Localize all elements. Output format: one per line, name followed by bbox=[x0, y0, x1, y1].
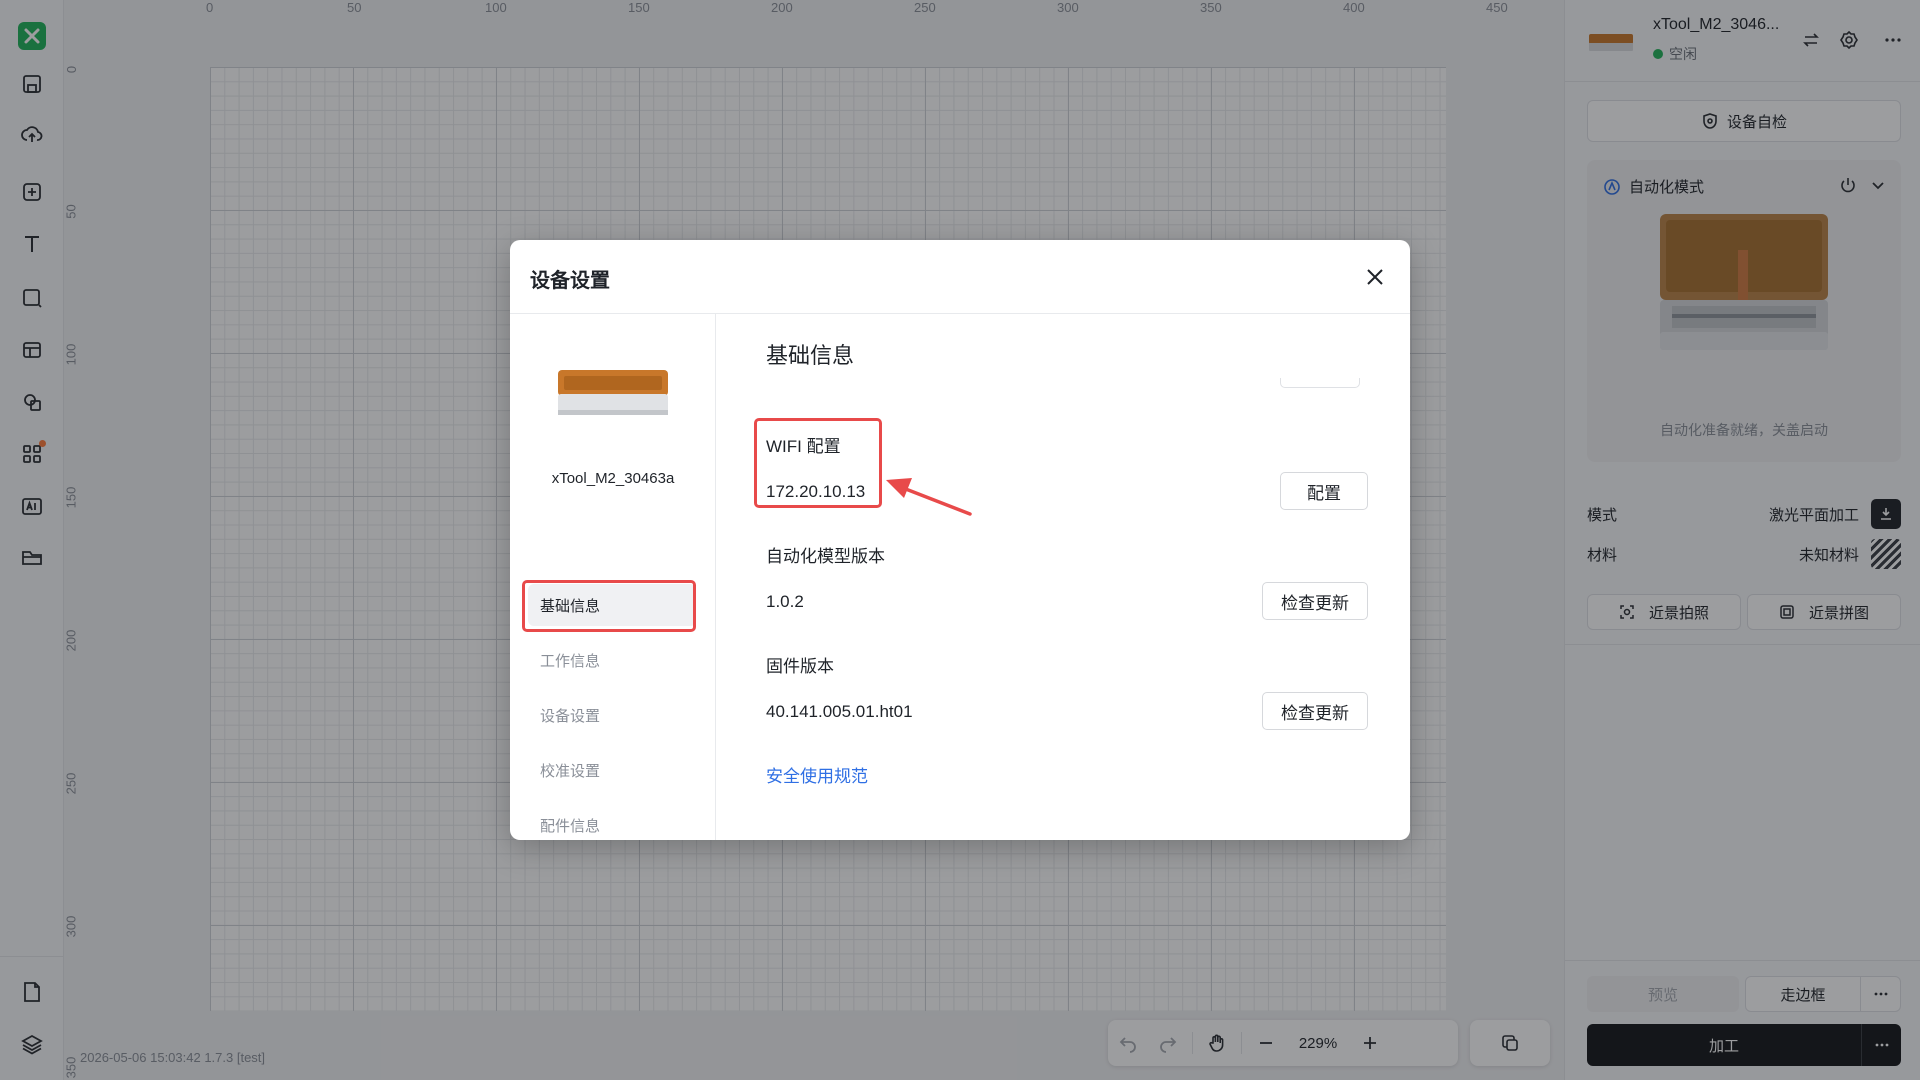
nav-accessories[interactable]: 配件信息 bbox=[528, 804, 696, 840]
check-update-model-button[interactable]: 检查更新 bbox=[1262, 582, 1368, 620]
device-image bbox=[558, 370, 668, 415]
dialog-title: 设备设置 bbox=[530, 270, 610, 292]
annotation-arrow bbox=[886, 478, 972, 516]
wifi-label: WIFI 配置 bbox=[766, 437, 841, 456]
dialog-sidebar: xTool_M2_30463a 基础信息 工作信息 设备设置 校准设置 配件信息 bbox=[510, 314, 716, 840]
scrolled-button-edge bbox=[1280, 378, 1360, 388]
dialog-header: 设备设置 bbox=[510, 240, 1410, 314]
nav-work-info[interactable]: 工作信息 bbox=[528, 639, 696, 681]
section-title: 基础信息 bbox=[766, 343, 855, 368]
close-icon[interactable] bbox=[1360, 262, 1390, 292]
device-settings-dialog: 设备设置 xTool_M2_30463a 基础信息 工作信息 设备设置 校准设置… bbox=[510, 240, 1410, 840]
wifi-config-button[interactable]: 配置 bbox=[1280, 472, 1368, 510]
auto-model-value: 1.0.2 bbox=[766, 592, 804, 611]
firmware-label: 固件版本 bbox=[766, 657, 834, 676]
nav-device-settings[interactable]: 设备设置 bbox=[528, 694, 696, 736]
check-update-firmware-button[interactable]: 检查更新 bbox=[1262, 692, 1368, 730]
dialog-main: 基础信息 WIFI 配置 172.20.10.13 配置 自动化模型版本 1.0… bbox=[716, 314, 1410, 840]
dialog-device-name: xTool_M2_30463a bbox=[551, 470, 675, 487]
nav-basic-info[interactable]: 基础信息 bbox=[528, 584, 696, 626]
safety-guide-link[interactable]: 安全使用规范 bbox=[766, 762, 868, 787]
wifi-ip-value: 172.20.10.13 bbox=[766, 482, 866, 501]
auto-model-label: 自动化模型版本 bbox=[766, 547, 885, 566]
firmware-value: 40.141.005.01.ht01 bbox=[766, 702, 913, 721]
nav-calibration[interactable]: 校准设置 bbox=[528, 749, 696, 791]
